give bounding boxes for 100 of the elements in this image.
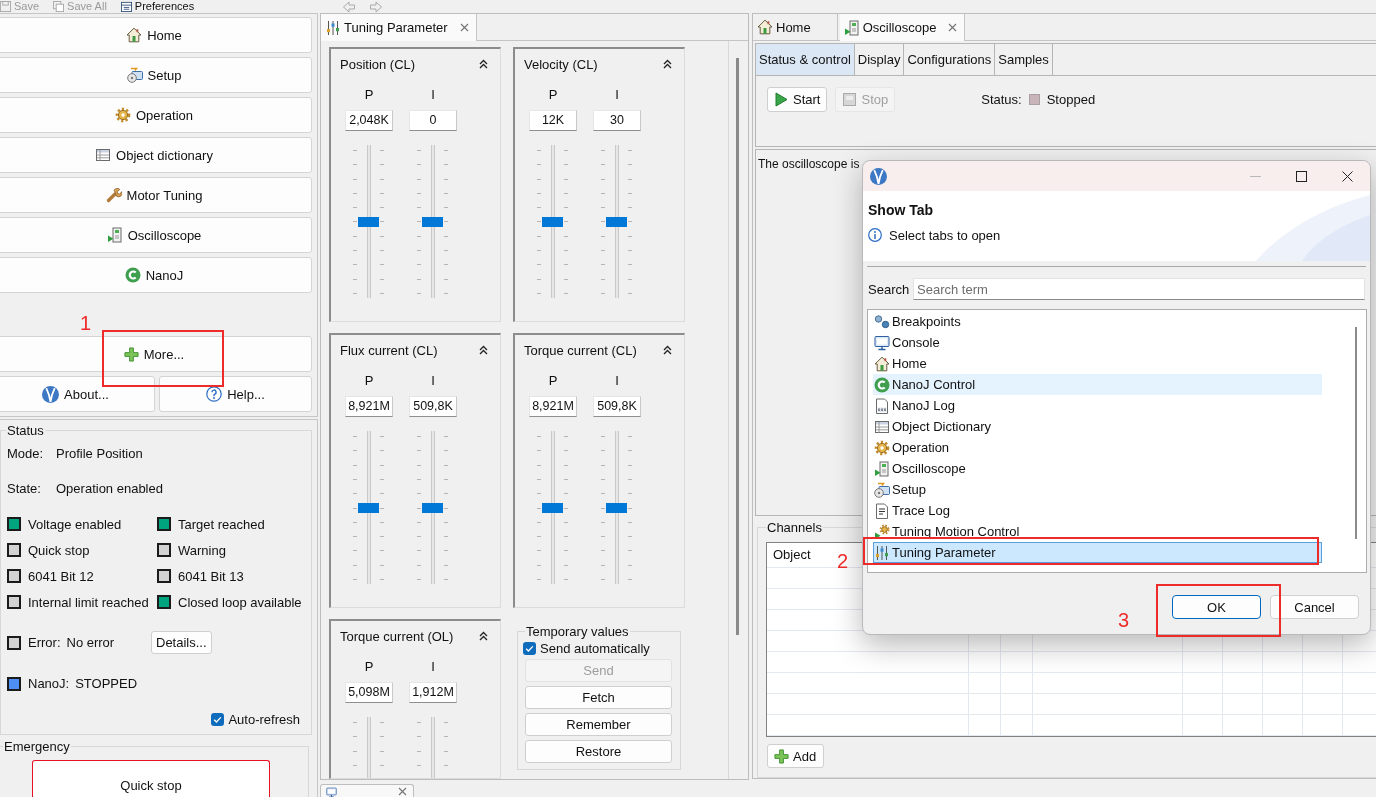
help-button[interactable]: Help... [159,376,312,412]
view-tab[interactable]: Home [753,14,838,40]
double-chevron-up-icon[interactable] [479,631,488,641]
monitor-icon [326,787,337,797]
list-item[interactable]: Setup [873,479,1322,500]
value-field[interactable]: 509,8K [593,396,641,417]
double-chevron-up-icon[interactable] [663,345,672,355]
field-value: Profile Position [56,445,143,461]
double-chevron-up-icon[interactable] [479,59,488,69]
value-field[interactable]: 2,048K [345,110,393,131]
field-label: Status: [981,92,1022,107]
scrollbar-thumb[interactable] [1355,327,1357,539]
maximize-icon[interactable] [1295,170,1307,182]
monitor-icon [874,334,890,351]
value-field[interactable]: 8,921M [345,396,393,417]
checkbox[interactable] [523,641,536,655]
tab[interactable]: Display [854,44,905,75]
table-icon [874,418,890,435]
field-label: State: [7,480,42,496]
nav-button[interactable]: Home [0,17,312,53]
dots-icon [874,313,890,330]
slider-thumb[interactable] [358,502,379,513]
dialog-button[interactable]: Cancel [1270,595,1359,619]
quick-stop-button[interactable]: Quick stop [32,760,270,797]
value-field[interactable]: 1,912M [409,682,457,703]
nav-button[interactable]: Object dictionary [0,137,312,173]
gain-label: P [364,87,374,103]
gain-label: I [615,373,619,389]
value-field[interactable]: 30 [593,110,641,131]
hint-text: Select tabs to open [889,227,1001,243]
list-item[interactable]: NanoJ Control [873,374,1322,395]
page-play-icon [843,19,860,36]
panel-title: Torque current (CL) [524,342,637,358]
double-chevron-up-icon[interactable] [663,59,672,69]
group-title: Channels [766,520,823,535]
list-item[interactable]: Operation [873,437,1322,458]
list-item[interactable]: Object Dictionary [873,416,1322,437]
checkbox[interactable] [211,712,225,726]
list-item[interactable]: Trace Log [873,500,1322,521]
list-item[interactable]: Breakpoints [873,311,1322,332]
close-icon[interactable] [1341,170,1353,182]
value-field[interactable]: 8,921M [529,396,577,417]
slider-thumb[interactable] [542,216,563,227]
double-chevron-up-icon[interactable] [479,345,488,355]
action-button[interactable]: Restore [525,740,672,763]
list-item[interactable]: Console [873,332,1322,353]
nav-button[interactable]: Setup [0,57,312,93]
action-button[interactable]: Remember [525,713,672,736]
indicator-label: Target reached [178,516,265,532]
binary-page-icon [874,397,890,414]
gear-play-icon [874,523,890,540]
indicator-label: 6041 Bit 13 [178,568,244,584]
tab[interactable]: Status & control [756,44,855,75]
list-item[interactable]: Tuning Parameter [873,542,1322,563]
gain-label: P [548,373,558,389]
stop-icon [843,93,857,106]
search-field[interactable]: Search term [913,278,1365,300]
plus-icon [123,346,139,362]
about-button[interactable]: About... [0,376,155,412]
more-button[interactable]: More... [0,336,312,372]
view-tab[interactable]: Tuning Parameter [321,14,477,41]
gear-icon [874,439,890,456]
view-tab[interactable]: Oscilloscope [839,14,966,41]
value-field[interactable]: 0 [409,110,457,131]
value-field[interactable]: 12K [529,110,577,131]
add-button[interactable]: Add [767,744,825,768]
list-item[interactable]: Home [873,353,1322,374]
slider-thumb[interactable] [542,502,563,513]
details-button[interactable]: Details... [151,631,212,654]
list-item[interactable]: Oscilloscope [873,458,1322,479]
plus-icon [774,748,789,764]
value-field[interactable]: 509,8K [409,396,457,417]
nav-button[interactable]: NanoJ [0,257,312,293]
nav-button[interactable]: Oscilloscope [0,217,312,253]
nav-button[interactable]: Operation [0,97,312,133]
wrench-icon [105,187,122,203]
dialog-button[interactable]: OK [1172,595,1261,619]
toolbar-button[interactable]: Preferences [120,0,195,13]
start-button[interactable]: Start [767,87,828,112]
status-square-icon [1028,94,1040,105]
slider-thumb[interactable] [606,502,627,513]
panel-title: Position (CL) [340,56,416,72]
tab[interactable]: Configurations [904,44,996,75]
nav-button[interactable]: Motor Tuning [0,177,312,213]
view-tab[interactable] [320,784,414,797]
list-item[interactable]: NanoJ Log [873,395,1322,416]
scrollbar-thumb[interactable] [736,58,739,635]
slider-thumb[interactable] [606,216,627,227]
slider-thumb[interactable] [422,216,443,227]
arrow-left-icon[interactable] [343,0,355,13]
tab[interactable]: Samples [995,44,1053,75]
callout-number: 1 [80,312,92,334]
group-title: Emergency [3,739,71,754]
list-item[interactable]: Tuning Motion Control [873,521,1322,542]
slider-thumb[interactable] [358,216,379,227]
indicator-label: Internal limit reached [28,594,149,610]
action-button[interactable]: Fetch [525,686,672,709]
slider-thumb[interactable] [422,502,443,513]
arrow-right-icon[interactable] [370,0,382,13]
value-field[interactable]: 5,098M [345,682,393,703]
